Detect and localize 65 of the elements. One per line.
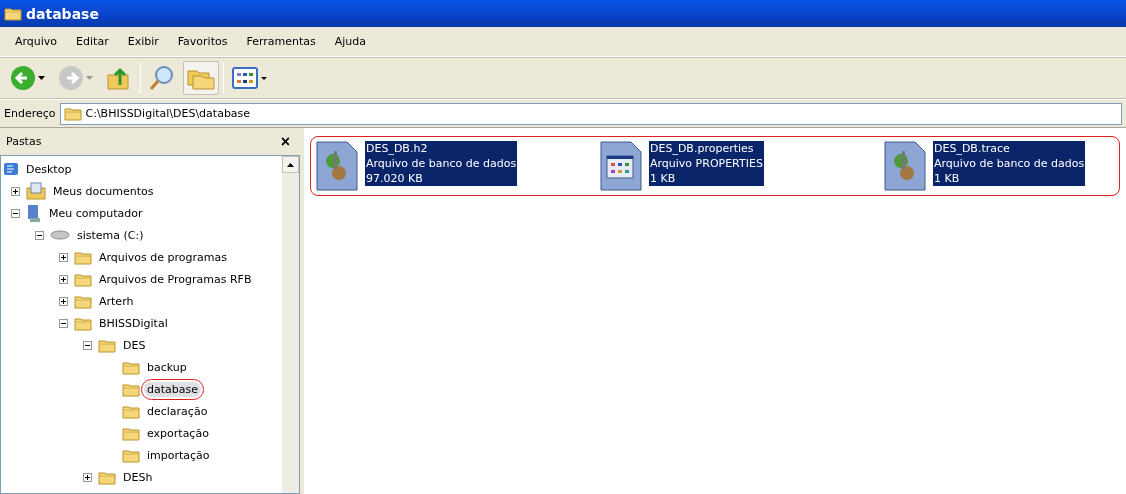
tree-item[interactable]: Meus documentos xyxy=(50,183,157,199)
tree-item[interactable]: exportação xyxy=(144,425,212,441)
expand-toggle[interactable] xyxy=(83,472,92,482)
caret-icon xyxy=(86,75,94,81)
documents-folder-icon xyxy=(26,182,46,200)
views-icon xyxy=(232,66,268,90)
properties-file-icon xyxy=(599,141,643,191)
collapse-toggle[interactable] xyxy=(59,318,68,328)
address-label: Endereço xyxy=(4,107,56,120)
folder-icon xyxy=(98,469,116,485)
tree-item[interactable]: Arquivos de Programas RFB xyxy=(96,271,255,287)
database-file-icon xyxy=(883,141,927,191)
menu-item[interactable]: Exibir xyxy=(120,33,166,50)
collapse-toggle[interactable] xyxy=(35,230,44,240)
pane-title: Pastas xyxy=(6,135,42,148)
folder-icon xyxy=(98,337,116,353)
tree-item[interactable]: DESh xyxy=(120,469,156,485)
folder-icon xyxy=(122,403,140,419)
desktop-icon xyxy=(3,161,19,177)
expand-toggle[interactable] xyxy=(59,274,68,284)
tree-item[interactable]: DES xyxy=(120,337,149,353)
search-icon xyxy=(149,65,175,91)
folder-icon xyxy=(122,447,140,463)
up-folder-icon xyxy=(106,65,132,91)
close-button[interactable]: × xyxy=(276,132,294,151)
menu-item[interactable]: Ajuda xyxy=(327,33,374,50)
computer-icon xyxy=(26,203,42,223)
scroll-up-icon xyxy=(287,162,294,167)
folder-icon xyxy=(122,425,140,441)
tree-item[interactable]: declaração xyxy=(144,403,211,419)
menu-item[interactable]: Editar xyxy=(69,33,116,50)
folder-icon xyxy=(63,106,82,121)
window-title: database xyxy=(26,5,99,22)
tree-item[interactable]: importação xyxy=(144,447,213,463)
folder-icon xyxy=(74,249,92,265)
folder-icon xyxy=(4,6,22,21)
tree-item[interactable]: backup xyxy=(144,359,190,375)
tree-item[interactable]: Arterh xyxy=(96,293,137,309)
menu-item[interactable]: Favoritos xyxy=(170,33,235,50)
scrollbar[interactable] xyxy=(282,156,299,493)
file-details[interactable]: DES_DB.h2 Arquivo de banco de dados 97.020 KB xyxy=(365,141,518,186)
tree-item[interactable]: sistema (C:) xyxy=(74,227,147,243)
expand-toggle[interactable] xyxy=(59,252,68,262)
collapse-toggle[interactable] xyxy=(11,208,20,218)
folder-icon xyxy=(74,293,92,309)
tree-item[interactable]: Meu computador xyxy=(46,205,146,221)
expand-toggle[interactable] xyxy=(11,186,20,196)
database-file-icon xyxy=(315,141,359,191)
menu-item[interactable]: Ferramentas xyxy=(239,33,323,50)
menu-item[interactable]: Arquivo xyxy=(8,33,65,50)
tree-item[interactable]: Desktop xyxy=(23,161,75,177)
tree-item[interactable]: database xyxy=(144,381,201,397)
file-details[interactable]: DES_DB.properties Arquivo PROPERTIES 1 KB xyxy=(649,141,764,186)
file-details[interactable]: DES_DB.trace Arquivo de banco de dados 1 KB xyxy=(933,141,1086,186)
caret-icon xyxy=(38,75,46,81)
folder-icon xyxy=(74,315,92,331)
folder-icon xyxy=(74,271,92,287)
address-field[interactable]: C:\BHISSDigital\DES\database xyxy=(59,102,1122,125)
folder-icon xyxy=(122,359,140,375)
collapse-toggle[interactable] xyxy=(83,340,92,350)
tree-item[interactable]: BHISSDigital xyxy=(96,315,171,331)
drive-icon xyxy=(50,229,70,241)
folder-icon xyxy=(122,381,140,397)
expand-toggle[interactable] xyxy=(59,296,68,306)
tree-item[interactable]: Arquivos de programas xyxy=(96,249,230,265)
